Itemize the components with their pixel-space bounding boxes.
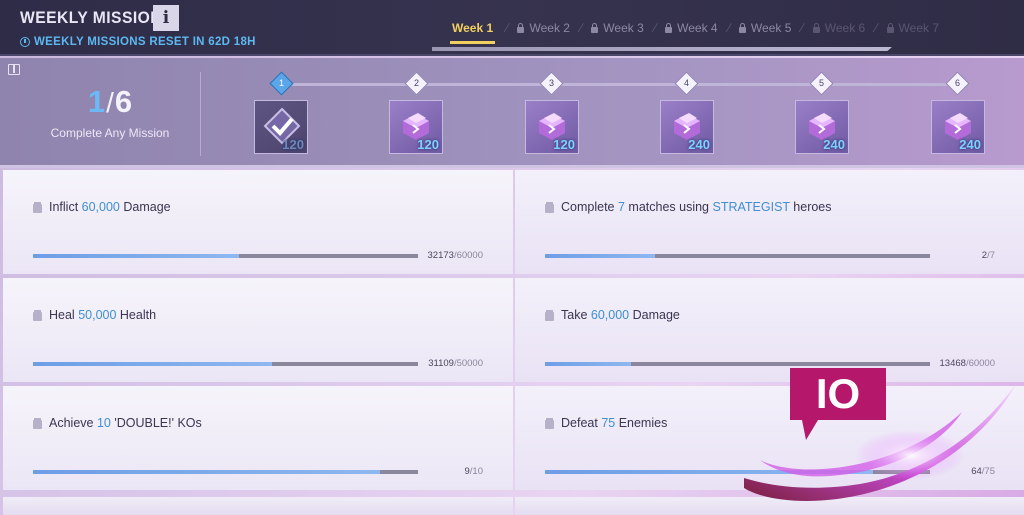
mission-progress-bar (545, 362, 930, 366)
reward-amount: 120 (417, 137, 439, 152)
reward-2[interactable]: 120 (389, 100, 443, 154)
reward-amount: 240 (959, 137, 981, 152)
reset-timer: WEEKLY MISSIONS RESET IN 62D 18H (20, 36, 256, 48)
info-button[interactable]: i (153, 5, 179, 31)
reward-1[interactable]: 120 (254, 100, 308, 154)
tab-week-6[interactable]: Week 6 (804, 14, 874, 42)
mission-bullet-icon (545, 310, 554, 321)
mission-bullet-icon (33, 202, 42, 213)
tab-week-5[interactable]: Week 5 (730, 14, 800, 42)
mission-progress-count: 2/7 (981, 250, 995, 261)
reward-3[interactable]: 120 (525, 100, 579, 154)
reward-6[interactable]: 240 (931, 100, 985, 154)
total-count: 6 (114, 84, 133, 119)
milestone-marker-3: 3 (539, 71, 564, 96)
mission-progress-fill (545, 362, 632, 366)
mission-progress-bar (33, 470, 418, 474)
mission-bullet-icon (33, 418, 42, 429)
tab-label: Week 3 (603, 21, 644, 35)
mission-card[interactable]: Take 60,000 Damage 13468/60000 (515, 278, 1024, 382)
mission-progress-bar (33, 254, 418, 258)
mission-progress-count: 64/75 (971, 466, 995, 477)
mission-progress-count: 9/10 (464, 466, 483, 477)
lock-icon (812, 22, 820, 33)
tab-label: Week 2 (529, 21, 570, 35)
tab-label: Week 5 (750, 21, 792, 35)
divider (200, 72, 201, 156)
mission-description: Inflict 60,000 Damage (49, 200, 171, 214)
mission-card[interactable]: Complete 7 matches using STRATEGIST hero… (515, 170, 1024, 274)
tab-week-1[interactable]: Week 1 (440, 14, 505, 44)
mission-description: Take 60,000 Damage (561, 308, 680, 322)
tab-week-4[interactable]: Week 4 (656, 14, 726, 42)
tab-label: Week 6 (824, 21, 866, 35)
tab-label: Week 1 (452, 21, 494, 35)
mission-list: Inflict 60,000 Damage 32173/60000 Comple… (0, 170, 1024, 515)
milestone-marker-5: 5 (809, 71, 834, 96)
week-tabs: Week 1 / Week 2 / Week 3 / Week 4 / Week… (440, 14, 948, 44)
mission-progress-count: 31109/50000 (428, 358, 483, 369)
reset-text: WEEKLY MISSIONS RESET IN 62D 18H (34, 36, 256, 48)
lock-icon (738, 22, 746, 33)
tab-week-7[interactable]: Week 7 (878, 14, 948, 42)
book-icon[interactable] (8, 64, 20, 75)
mission-progress-bar (33, 362, 418, 366)
reward-amount: 120 (553, 137, 575, 152)
mission-card[interactable]: Heal 50,000 Health 31109/50000 (3, 278, 513, 382)
mission-card-partial[interactable] (515, 497, 1024, 515)
completed-count: 1 (87, 84, 106, 119)
lock-icon (665, 22, 673, 33)
mission-bullet-icon (33, 310, 42, 321)
mission-bullet-icon (545, 418, 554, 429)
mission-description: Defeat 75 Enemies (561, 416, 668, 430)
milestone-marker-1: 1 (269, 71, 294, 96)
milestone-marker-4: 4 (674, 71, 699, 96)
mission-progress-bar (545, 254, 930, 258)
tab-week-3[interactable]: Week 3 (582, 14, 652, 42)
clock-icon (20, 37, 30, 47)
reward-amount: 240 (688, 137, 710, 152)
page-title: WEEKLY MISSIONS (20, 8, 173, 27)
mission-card[interactable]: Achieve 10 'DOUBLE!' KOs 9/10 (3, 386, 513, 490)
mission-progress-count: 13468/60000 (939, 358, 995, 369)
reward-4[interactable]: 240 (660, 100, 714, 154)
tab-label: Week 4 (677, 21, 718, 35)
completion-count: 1/6 (87, 84, 133, 119)
reward-5[interactable]: 240 (795, 100, 849, 154)
lock-icon (886, 22, 894, 33)
milestone-marker-2: 2 (404, 71, 429, 96)
mission-description: Complete 7 matches using STRATEGIST hero… (561, 200, 832, 214)
tab-label: Week 7 (898, 21, 940, 35)
mission-card[interactable]: Defeat 75 Enemies 64/75 (515, 386, 1024, 490)
header-bar: WEEKLY MISSIONS i WEEKLY MISSIONS RESET … (0, 0, 1024, 56)
mission-description: Achieve 10 'DOUBLE!' KOs (49, 416, 202, 430)
tab-week-2[interactable]: Week 2 (508, 14, 578, 42)
lock-icon (517, 22, 525, 33)
milestone-track (282, 83, 962, 86)
tab-track (432, 47, 892, 51)
mission-card-partial[interactable] (3, 497, 513, 515)
mission-description: Heal 50,000 Health (49, 308, 157, 322)
completion-label: Complete Any Mission (50, 126, 170, 140)
milestone-progress: 1/6 Complete Any Mission 1 2 3 4 5 6 120… (0, 58, 1024, 168)
lock-icon (591, 22, 599, 33)
reward-amount: 240 (823, 137, 845, 152)
reward-amount: 120 (282, 137, 304, 152)
mission-progress-fill (33, 362, 273, 366)
mission-bullet-icon (545, 202, 554, 213)
milestone-marker-6: 6 (945, 71, 970, 96)
mission-card[interactable]: Inflict 60,000 Damage 32173/60000 (3, 170, 513, 274)
mission-progress-fill (545, 470, 874, 474)
mission-progress-fill (33, 254, 240, 258)
mission-progress-fill (545, 254, 656, 258)
mission-progress-bar (545, 470, 930, 474)
mission-progress-count: 32173/60000 (427, 250, 483, 261)
mission-progress-fill (33, 470, 380, 474)
